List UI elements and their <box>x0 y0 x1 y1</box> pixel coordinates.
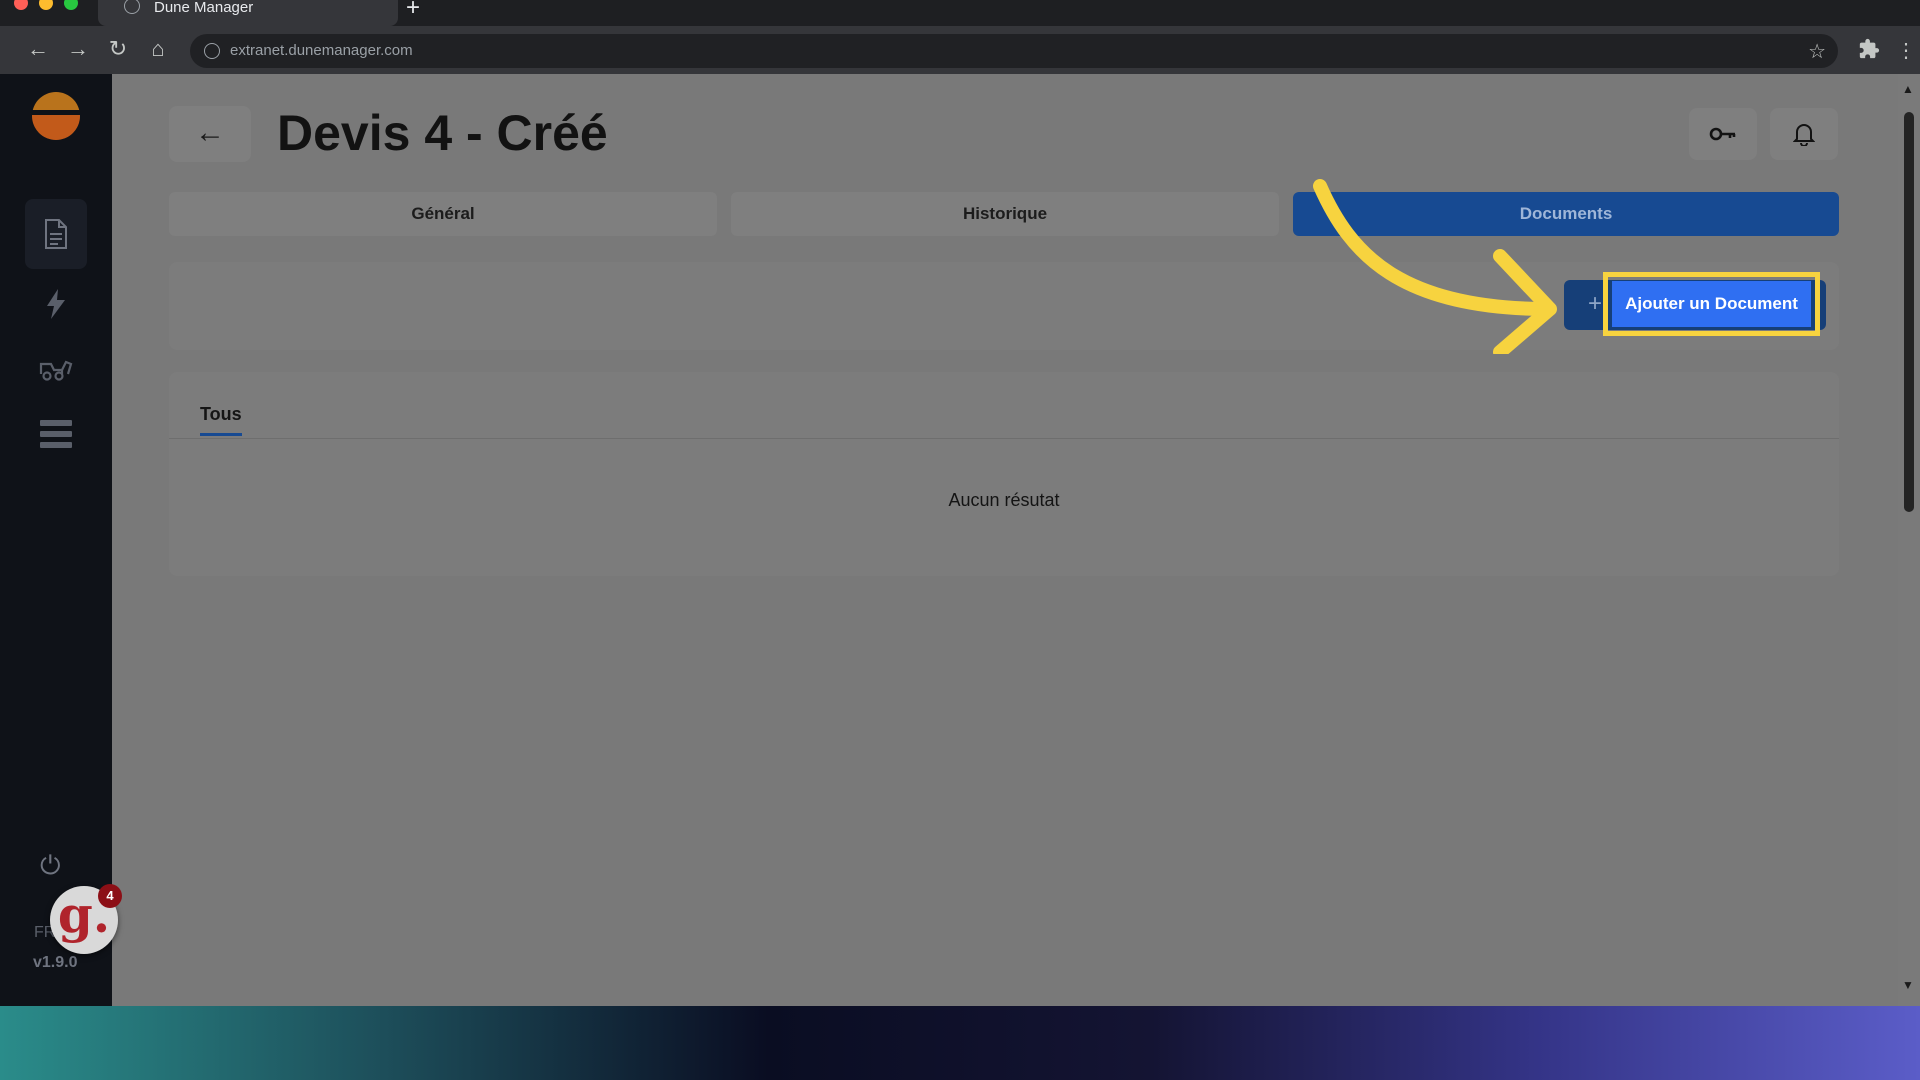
bell-icon <box>1792 124 1816 147</box>
browser-tab-bar: Dune Manager + <box>0 0 1920 26</box>
notifications-button[interactable] <box>1770 108 1838 160</box>
maximize-window-icon[interactable] <box>64 0 78 10</box>
power-icon[interactable]: ⏻ <box>40 850 61 882</box>
empty-state-text: Aucun résutat <box>948 490 1060 510</box>
browser-toolbar: ← → ↻ ⌂ extranet.dunemanager.com ☆ ⋮ <box>0 26 1920 74</box>
browser-tab-title: Dune Manager <box>154 0 254 16</box>
sidebar: ⏻ FR v1.9.0 g. 4 <box>0 74 122 1006</box>
plus-icon: + <box>1588 290 1603 317</box>
home-icon[interactable]: ⌂ <box>144 36 172 62</box>
address-bar[interactable]: extranet.dunemanager.com ☆ <box>190 34 1838 68</box>
arrow-left-icon: ← <box>195 116 225 149</box>
browser-tab[interactable]: Dune Manager <box>98 0 398 26</box>
back-button[interactable]: ← <box>169 106 251 162</box>
filter-tab-all[interactable]: Tous <box>200 404 242 436</box>
reload-icon[interactable]: ↻ <box>104 36 132 62</box>
tab-bar: Général Historique Documents <box>169 192 1839 236</box>
scroll-thumb[interactable] <box>1904 112 1914 512</box>
documents-list-card: Tous Aucun résutat <box>169 372 1839 576</box>
minimize-window-icon[interactable] <box>39 0 53 10</box>
document-icon <box>45 219 67 249</box>
back-arrow-icon[interactable]: ← <box>24 36 52 62</box>
key-button[interactable] <box>1689 108 1757 160</box>
close-window-icon[interactable] <box>14 0 28 10</box>
truck-icon <box>39 360 73 381</box>
bolt-icon <box>47 289 65 319</box>
add-document-button[interactable]: Ajouter un Document <box>1612 281 1811 327</box>
version-label: v1.9.0 <box>33 954 78 971</box>
site-info-icon[interactable] <box>204 43 220 59</box>
sidebar-item-documents[interactable] <box>25 199 87 269</box>
key-icon <box>1709 127 1736 141</box>
sidebar-item-interventions[interactable] <box>25 269 87 339</box>
tab-general[interactable]: Général <box>169 192 717 236</box>
chat-badge: 4 <box>98 884 122 908</box>
app-area: ⏻ FR v1.9.0 g. 4 ← Devis 4 - Créé Généra… <box>0 74 1920 1006</box>
scroll-up-icon[interactable]: ▲ <box>1902 82 1914 96</box>
url-text: extranet.dunemanager.com <box>230 42 413 59</box>
page-title: Devis 4 - Créé <box>277 105 608 161</box>
dune-logo-icon[interactable] <box>32 92 80 140</box>
sidebar-item-list[interactable] <box>25 399 87 469</box>
tutorial-arrow-icon <box>1313 179 1557 354</box>
desktop-background-strip <box>0 1006 1920 1080</box>
browser-menu-icon[interactable]: ⋮ <box>1896 38 1916 63</box>
divider <box>169 438 1839 439</box>
new-tab-icon[interactable]: + <box>406 0 420 22</box>
list-icon <box>40 420 72 448</box>
sidebar-item-equipment[interactable] <box>25 334 87 404</box>
globe-icon <box>124 0 140 14</box>
page-scrollbar[interactable]: ▲ ▼ <box>1898 74 1920 1006</box>
forward-arrow-icon[interactable]: → <box>64 36 92 62</box>
bookmark-star-icon[interactable]: ☆ <box>1808 39 1826 64</box>
tab-historique[interactable]: Historique <box>731 192 1279 236</box>
scroll-down-icon[interactable]: ▼ <box>1902 978 1914 992</box>
extensions-icon[interactable] <box>1858 38 1880 66</box>
